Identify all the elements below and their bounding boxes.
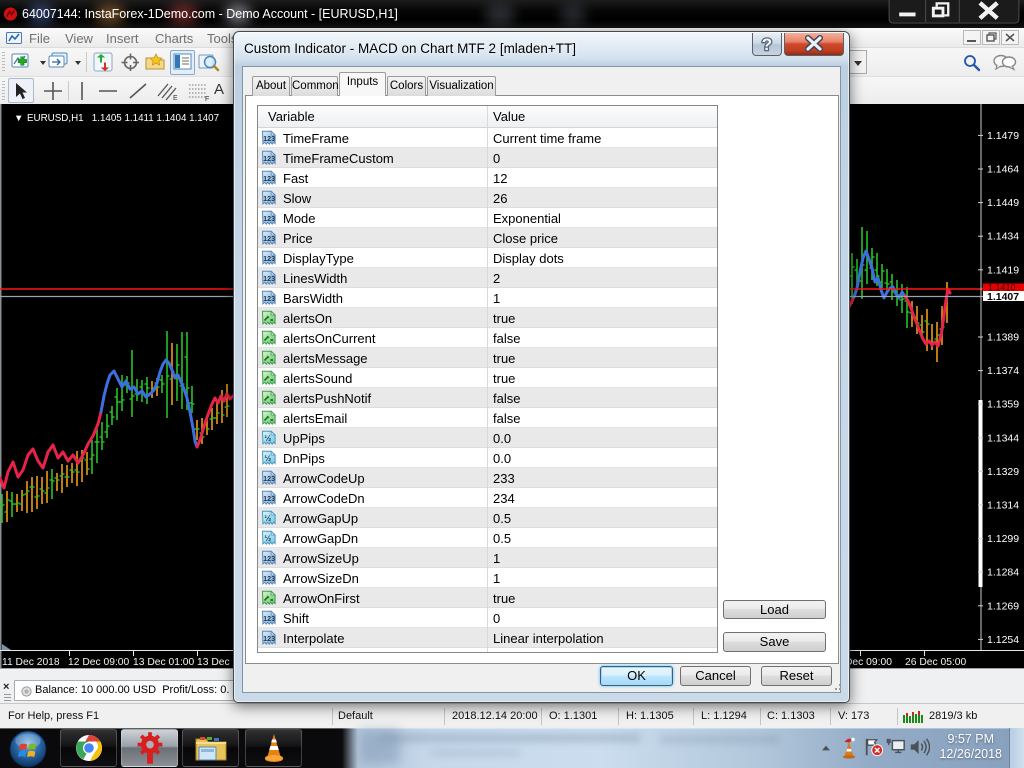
svg-text:1.1299: 1.1299	[987, 533, 1019, 545]
svg-text:123: 123	[263, 294, 275, 303]
svg-text:1.1407: 1.1407	[987, 291, 1019, 303]
svg-text:123: 123	[263, 494, 275, 503]
svg-text:123: 123	[263, 254, 275, 263]
svg-text:½: ½	[264, 513, 271, 523]
svg-text:1.1269: 1.1269	[987, 600, 1019, 612]
svg-text:1.1449: 1.1449	[987, 197, 1019, 209]
svg-text:▼: ▼	[14, 113, 23, 124]
svg-text:1.1479: 1.1479	[987, 130, 1019, 142]
svg-text:?: ?	[762, 35, 772, 54]
svg-text:123: 123	[263, 614, 275, 623]
svg-text:1.1254: 1.1254	[987, 634, 1019, 646]
svg-text:Dec 09:00: Dec 09:00	[845, 657, 892, 668]
svg-text:1.1464: 1.1464	[987, 164, 1019, 176]
svg-text:123: 123	[263, 174, 275, 183]
svg-text:1.1284: 1.1284	[987, 567, 1019, 579]
svg-text:1.1389: 1.1389	[987, 332, 1019, 344]
svg-text:½: ½	[264, 533, 271, 543]
svg-text:1.1329: 1.1329	[987, 466, 1019, 478]
svg-text:1.1359: 1.1359	[987, 399, 1019, 411]
svg-text:123: 123	[263, 634, 275, 643]
svg-text:½: ½	[264, 433, 271, 443]
svg-text:123: 123	[263, 574, 275, 583]
svg-text:1.1374: 1.1374	[987, 365, 1019, 377]
svg-text:123: 123	[263, 154, 275, 163]
svg-text:123: 123	[263, 134, 275, 143]
svg-text:F: F	[205, 96, 209, 102]
svg-text:EURUSD,H1 1.1405 1.1411 1.14: EURUSD,H1 1.1405 1.1411 1.1404 1.1407	[27, 113, 219, 124]
svg-text:1.1344: 1.1344	[987, 432, 1019, 444]
svg-text:12 Dec 09:00: 12 Dec 09:00	[68, 657, 130, 668]
svg-text:13 Dec 01:00: 13 Dec 01:00	[133, 657, 195, 668]
svg-text:123: 123	[263, 274, 275, 283]
svg-text:1.1314: 1.1314	[987, 500, 1019, 512]
svg-text:123: 123	[263, 554, 275, 563]
svg-text:123: 123	[263, 214, 275, 223]
svg-text:E: E	[173, 95, 178, 102]
svg-text:½: ½	[264, 453, 271, 463]
svg-text:11 Dec 2018: 11 Dec 2018	[2, 657, 60, 668]
svg-text:1.1434: 1.1434	[987, 231, 1019, 243]
svg-text:123: 123	[263, 194, 275, 203]
svg-text:26 Dec 05:00: 26 Dec 05:00	[905, 657, 967, 668]
svg-text:1.1419: 1.1419	[987, 264, 1019, 276]
svg-text:123: 123	[263, 474, 275, 483]
svg-text:123: 123	[263, 234, 275, 243]
